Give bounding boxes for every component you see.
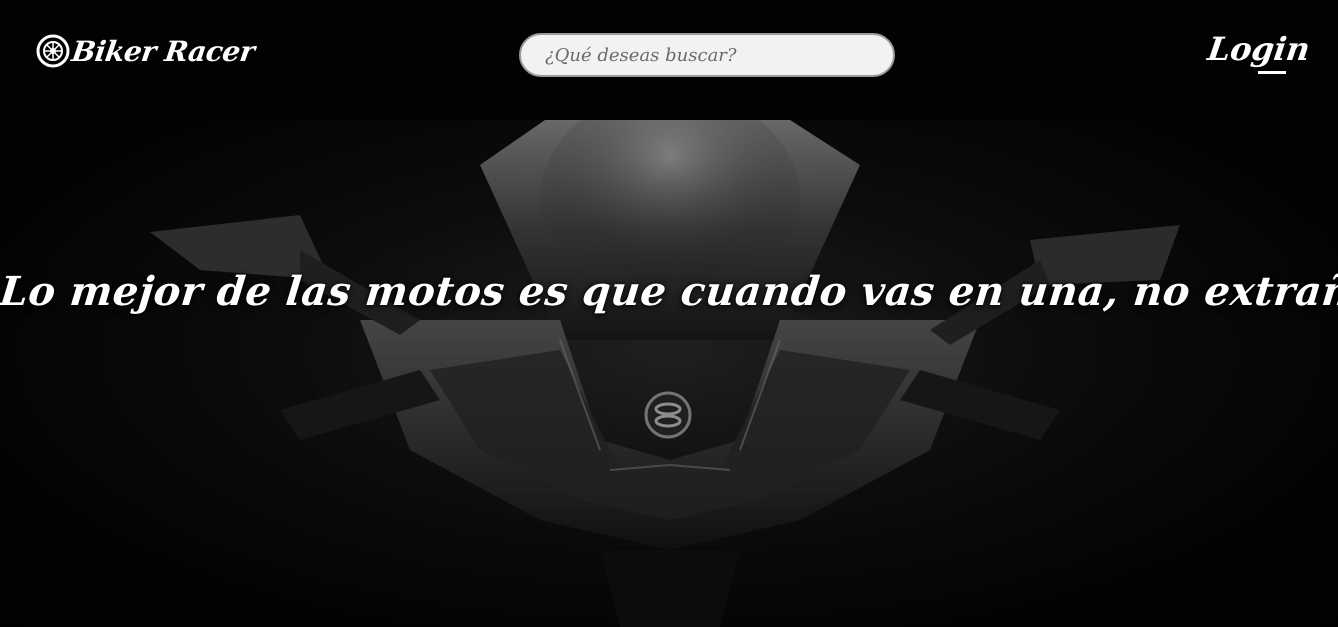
login-link[interactable]: Login — [1205, 30, 1312, 68]
hero-quote: Lo mejor de las motos es que cuando vas … — [0, 268, 1338, 315]
brand-logo-link[interactable]: Biker Racer — [36, 34, 257, 68]
motorcycle-front-photo — [0, 120, 1338, 627]
site-header: Biker Racer Login — [0, 0, 1338, 120]
motorcycle-wheel-icon — [36, 34, 70, 68]
login-underline — [1258, 71, 1286, 74]
brand-name: Biker Racer — [69, 34, 257, 68]
hero-banner: Lo mejor de las motos es que cuando vas … — [0, 120, 1338, 627]
search-input[interactable] — [519, 33, 895, 77]
